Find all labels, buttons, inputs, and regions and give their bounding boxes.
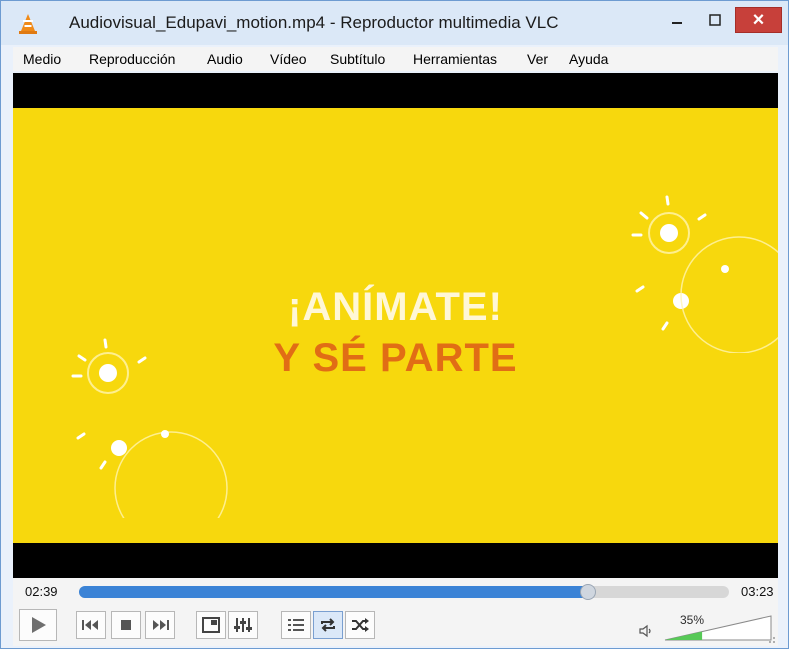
play-icon: [32, 617, 46, 633]
vlc-window: Audiovisual_Edupavi_motion.mp4 - Reprodu…: [0, 0, 789, 649]
video-headline-line2: Y SÉ PARTE: [273, 336, 518, 380]
extended-settings-button[interactable]: [228, 611, 258, 639]
resize-grip-icon[interactable]: [766, 634, 776, 644]
playlist-icon: [288, 619, 304, 631]
next-button[interactable]: [145, 611, 175, 639]
fullscreen-button[interactable]: [196, 611, 226, 639]
fullscreen-icon: [202, 617, 220, 633]
video-headline-line1: ¡ANÍMATE!: [288, 285, 503, 329]
menu-video[interactable]: Vídeo: [270, 51, 307, 67]
speaker-icon[interactable]: [639, 624, 653, 638]
seek-bar-progress: [79, 586, 588, 598]
playlist-button[interactable]: [281, 611, 311, 639]
title-bar[interactable]: Audiovisual_Edupavi_motion.mp4 - Reprodu…: [1, 1, 788, 45]
video-surface[interactable]: ¡ANÍMATE! Y SÉ PARTE: [13, 73, 778, 578]
elapsed-time: 02:39: [25, 584, 58, 599]
menu-herramientas[interactable]: Herramientas: [413, 51, 497, 67]
loop-icon: [321, 618, 335, 632]
close-button[interactable]: ×: [735, 7, 782, 33]
menu-ver[interactable]: Ver: [527, 51, 548, 67]
menu-reproduccion[interactable]: Reproducción: [89, 51, 175, 67]
stop-button[interactable]: [111, 611, 141, 639]
menu-ayuda[interactable]: Ayuda: [569, 51, 608, 67]
menu-bar: Medio Reproducción Audio Vídeo Subtítulo…: [13, 47, 778, 71]
maximize-icon: [709, 14, 721, 26]
minimize-icon: [672, 22, 682, 24]
extended-settings-icon: [234, 618, 252, 632]
volume-percentage: 35%: [680, 613, 705, 627]
play-button[interactable]: [19, 609, 57, 641]
menu-audio[interactable]: Audio: [207, 51, 243, 67]
shuffle-icon: [352, 618, 369, 632]
minimize-button[interactable]: [661, 7, 693, 33]
maximize-button[interactable]: [699, 7, 731, 33]
window-title: Audiovisual_Edupavi_motion.mp4 - Reprodu…: [69, 13, 559, 32]
next-icon: [153, 620, 169, 630]
stop-icon: [121, 620, 131, 630]
control-bar: 02:39 03:23 35%: [13, 578, 778, 646]
previous-icon: [82, 620, 98, 630]
seek-bar[interactable]: [79, 584, 729, 600]
shuffle-button[interactable]: [345, 611, 375, 639]
vlc-cone-icon: [19, 14, 37, 34]
total-time: 03:23: [741, 584, 774, 599]
menu-medio[interactable]: Medio: [23, 51, 61, 67]
previous-button[interactable]: [76, 611, 106, 639]
close-icon: ×: [752, 9, 765, 31]
seek-handle[interactable]: [579, 584, 596, 600]
loop-button[interactable]: [313, 611, 343, 639]
menu-subtitulo[interactable]: Subtítulo: [330, 51, 385, 67]
